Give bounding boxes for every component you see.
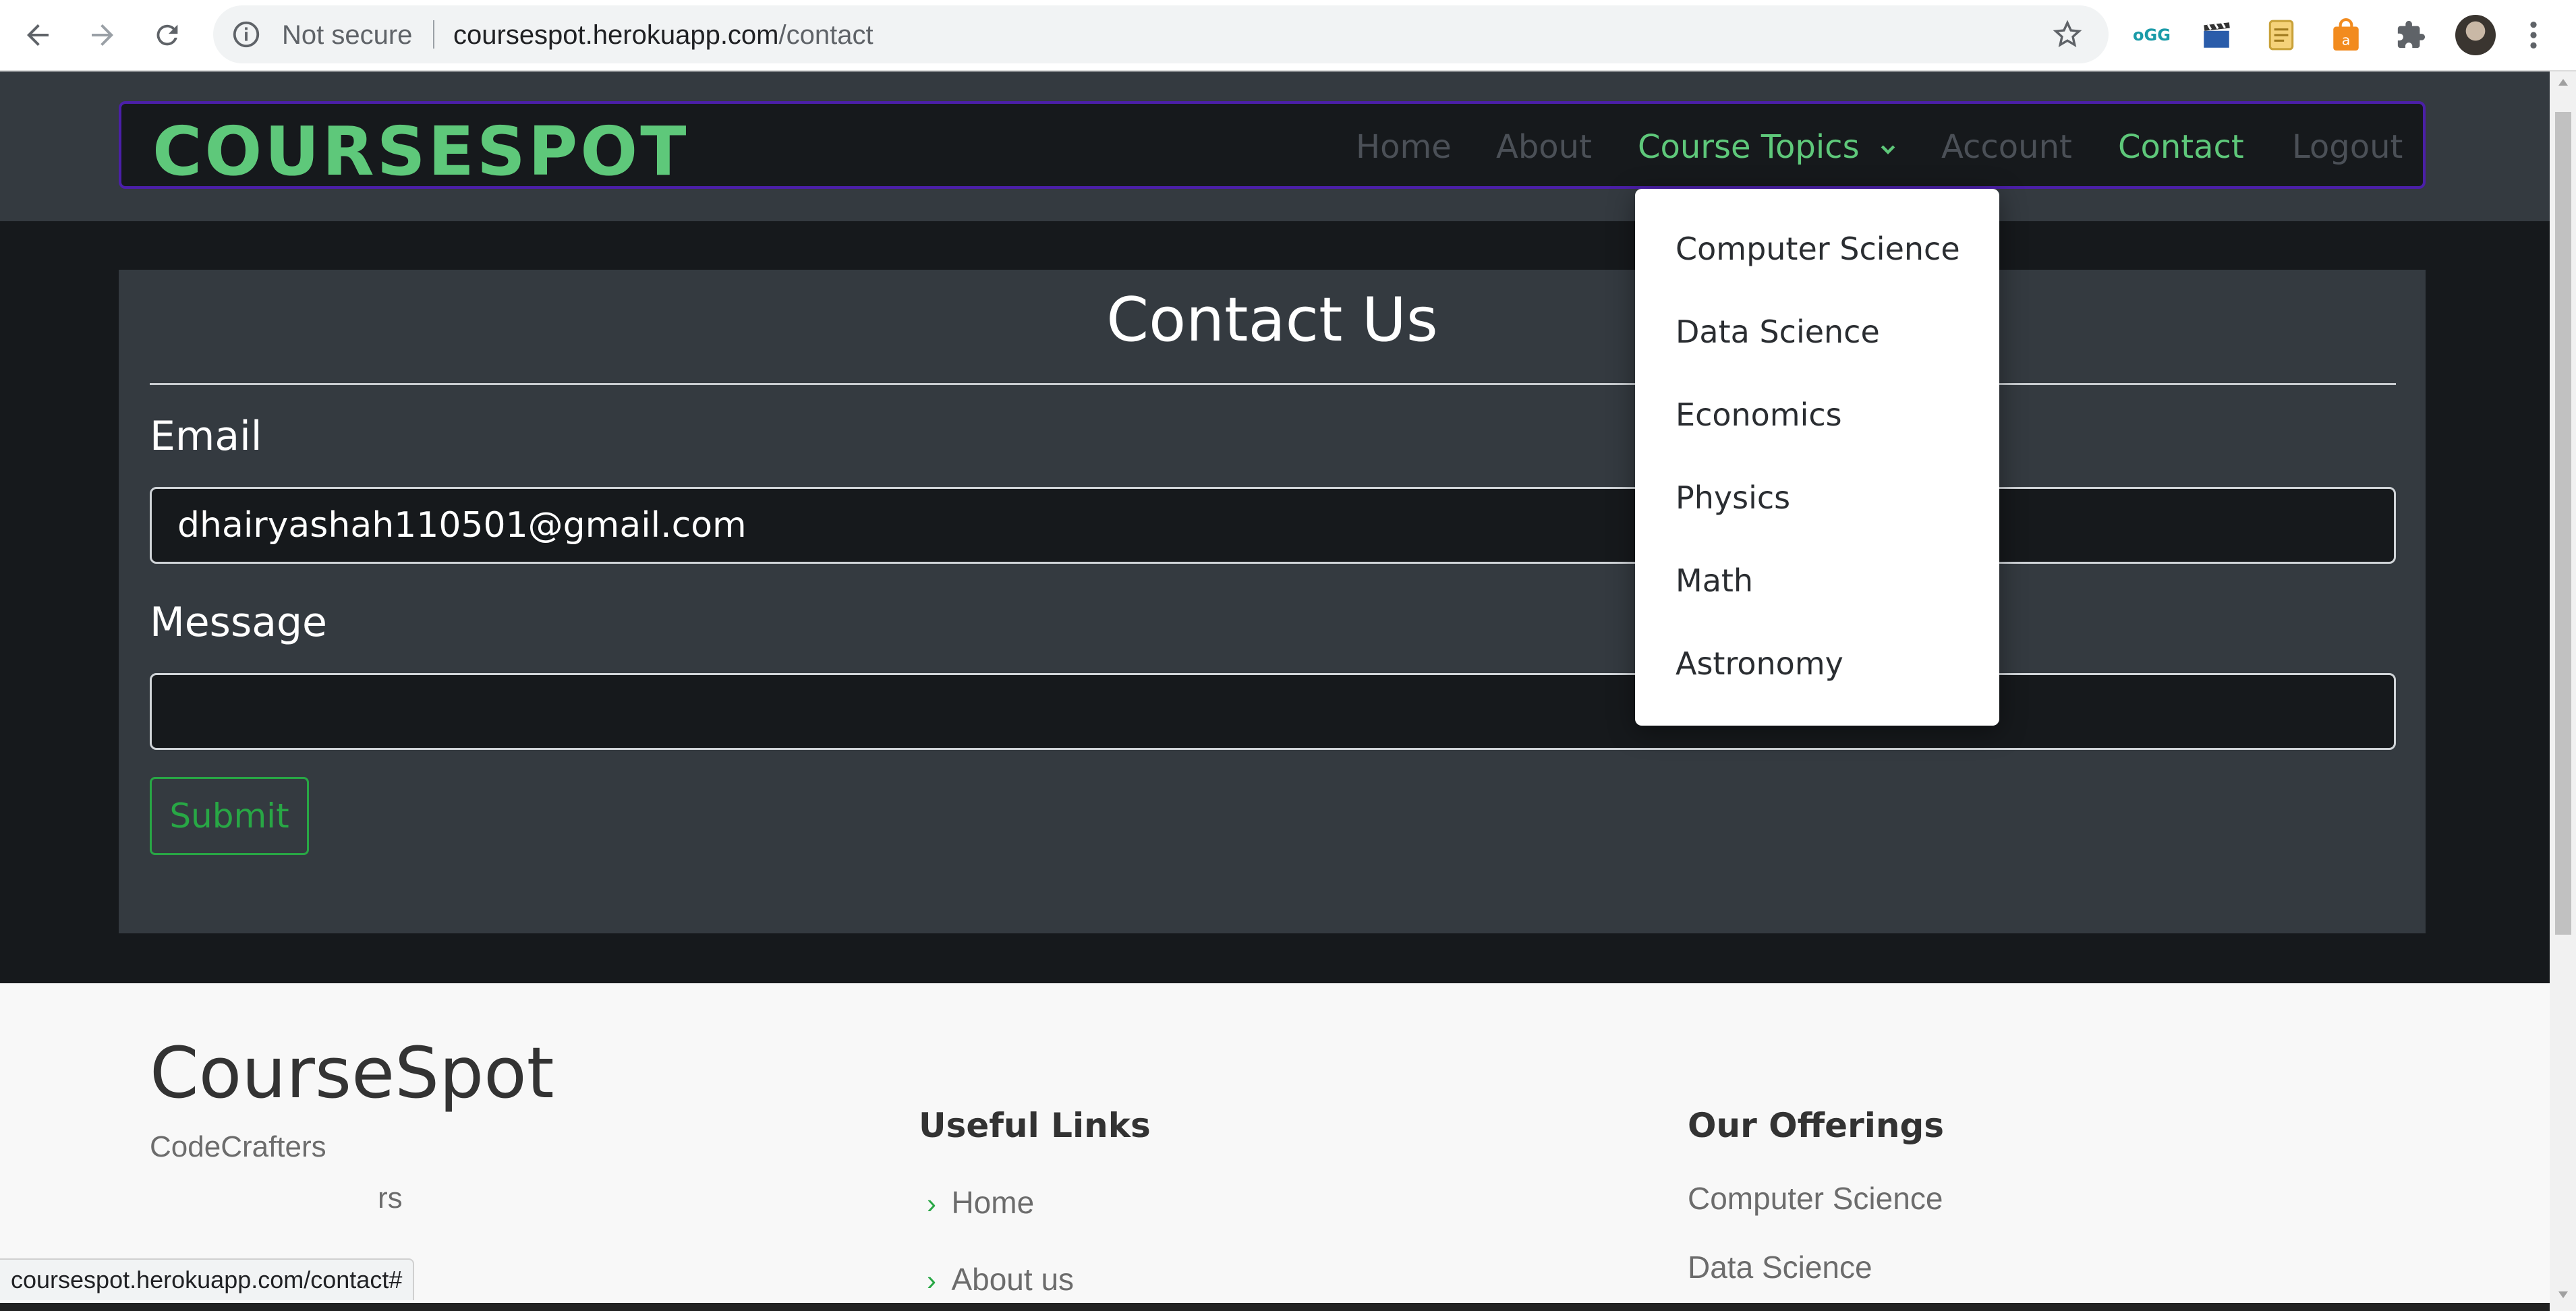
nav-contact[interactable]: Contact xyxy=(2118,128,2244,166)
forward-icon[interactable] xyxy=(82,15,123,55)
email-field[interactable]: dhairyashah110501@gmail.com xyxy=(150,487,2396,564)
useful-link-home-label: Home xyxy=(951,1185,1035,1220)
security-label: Not secure xyxy=(282,20,413,50)
chevron-down-icon xyxy=(1878,130,1898,168)
dropdown-item-data-science[interactable]: Data Science xyxy=(1676,314,1880,350)
footer-tagline: CodeCrafters xyxy=(150,1130,326,1163)
nav-about[interactable]: About xyxy=(1496,128,1592,166)
dropdown-item-physics[interactable]: Physics xyxy=(1676,479,1790,516)
scroll-down-icon[interactable] xyxy=(2556,1289,2570,1304)
brand-logo[interactable]: COURSESPOT xyxy=(152,112,689,191)
contact-card: Contact Us Email dhairyashah110501@gmail… xyxy=(119,270,2426,933)
profile-avatar[interactable] xyxy=(2455,15,2496,55)
chevron-right-icon: › xyxy=(927,1188,936,1219)
address-bar[interactable]: Not secure coursespot.herokuapp.com/cont… xyxy=(213,5,2109,63)
nav-logout[interactable]: Logout xyxy=(2292,128,2403,166)
reload-icon[interactable] xyxy=(147,15,188,55)
extensions-puzzle-icon[interactable] xyxy=(2391,15,2431,55)
nav-account[interactable]: Account xyxy=(1941,128,2072,166)
ogg-extension-icon[interactable]: oGG xyxy=(2131,15,2172,55)
page-scrollbar[interactable] xyxy=(2550,71,2576,1311)
shopping-bag-extension-icon[interactable]: a xyxy=(2326,15,2366,55)
email-label: Email xyxy=(150,413,262,460)
nav-course-topics-label: Course Topics xyxy=(1638,128,1860,166)
navbar: COURSESPOT Home About Course Topics Acco… xyxy=(119,101,2426,191)
footer-brand: CourseSpot xyxy=(150,1032,554,1114)
nav-course-topics[interactable]: Course Topics xyxy=(1638,128,1898,168)
nav-home[interactable]: Home xyxy=(1356,128,1452,166)
submit-button[interactable]: Submit xyxy=(150,777,309,855)
useful-link-home[interactable]: › Home xyxy=(927,1184,1034,1221)
header-band: COURSESPOT Home About Course Topics Acco… xyxy=(0,71,2550,221)
offerings-heading: Our Offerings xyxy=(1688,1106,1945,1145)
browser-menu-icon[interactable] xyxy=(2520,15,2547,55)
dropdown-item-computer-science[interactable]: Computer Science xyxy=(1676,231,1960,267)
scroll-up-icon[interactable] xyxy=(2556,77,2570,91)
omnibox-divider xyxy=(433,20,434,49)
chevron-right-icon: › xyxy=(927,1264,936,1296)
bottom-strip xyxy=(0,1303,2550,1311)
url-path: /contact xyxy=(778,20,874,50)
url-host: coursespot.herokuapp.com xyxy=(453,20,779,50)
content-band: Contact Us Email dhairyashah110501@gmail… xyxy=(0,221,2550,983)
useful-link-about[interactable]: › About us xyxy=(927,1261,1074,1298)
message-label: Message xyxy=(150,599,327,646)
dropdown-item-economics[interactable]: Economics xyxy=(1676,397,1842,433)
info-icon[interactable] xyxy=(231,19,262,53)
svg-text:a: a xyxy=(2342,32,2351,49)
footer-tagline-fragment: rs xyxy=(378,1182,403,1215)
notes-extension-icon[interactable] xyxy=(2261,15,2301,55)
back-icon[interactable] xyxy=(18,15,58,55)
clapperboard-extension-icon[interactable] xyxy=(2196,15,2237,55)
useful-links-heading: Useful Links xyxy=(919,1106,1151,1145)
title-divider xyxy=(150,383,2396,385)
bookmark-star-icon[interactable] xyxy=(2052,19,2083,53)
page-title: Contact Us xyxy=(1106,285,1438,355)
status-bar: coursespot.herokuapp.com/contact# xyxy=(0,1258,415,1300)
useful-link-about-label: About us xyxy=(951,1262,1075,1297)
url-text[interactable]: coursespot.herokuapp.com/contact xyxy=(453,20,874,51)
message-field[interactable] xyxy=(150,673,2396,750)
scrollbar-thumb[interactable] xyxy=(2555,112,2571,935)
offering-data-science[interactable]: Data Science xyxy=(1688,1249,1872,1285)
course-topics-dropdown: Computer Science Data Science Economics … xyxy=(1635,189,1999,726)
offering-computer-science[interactable]: Computer Science xyxy=(1688,1180,1943,1217)
dropdown-item-astronomy[interactable]: Astronomy xyxy=(1676,645,1843,682)
dropdown-item-math[interactable]: Math xyxy=(1676,562,1753,599)
page-viewport: COURSESPOT Home About Course Topics Acco… xyxy=(0,71,2550,1311)
browser-toolbar: Not secure coursespot.herokuapp.com/cont… xyxy=(0,0,2576,71)
email-field-value: dhairyashah110501@gmail.com xyxy=(177,505,747,546)
